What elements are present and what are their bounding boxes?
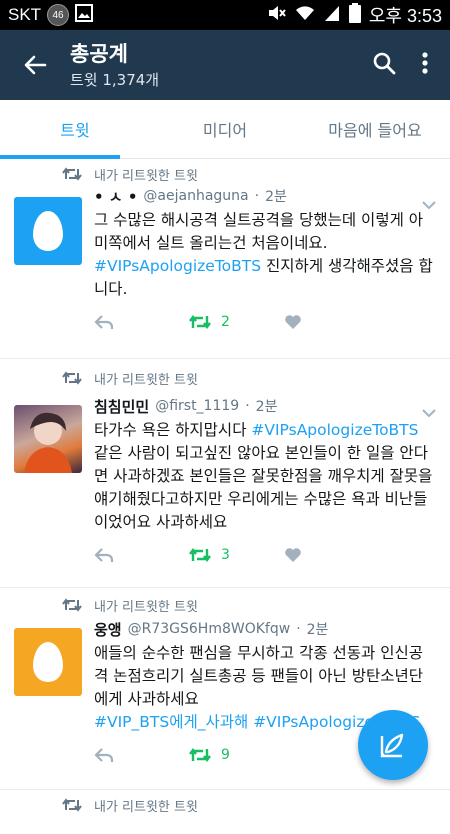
tweet-actions: 2 [94,301,434,343]
tweet-time: 2분 [265,189,287,205]
tweet-count: 트윗 1,374개 [70,70,160,89]
reply-button[interactable] [94,747,189,763]
tweet-text-body: 애들의 순수한 팬심을 무시하고 각종 선동과 인신공격 논점흐리기 실트총공 … [94,644,424,708]
chevron-down-icon [422,409,436,418]
compose-quill-icon [380,733,404,758]
author-handle[interactable]: @first_1119 [155,398,239,414]
network-badge: 46 [47,4,70,26]
separator: · [296,621,301,637]
mute-icon [267,4,287,27]
separator: · [245,398,250,414]
battery-icon [348,2,361,28]
search-icon [373,52,396,75]
retweet-icon [62,371,82,385]
profile-tabs: 트윗 미디어 마음에 들어요 [0,100,450,159]
retweeted-label: 내가 리트윗한 트윗 [94,599,198,615]
retweet-count: 9 [221,747,230,763]
clock-time: 오후 3:53 [368,6,442,26]
retweet-icon [62,598,82,612]
author-name[interactable]: 침침민민 [94,396,149,417]
profile-photo [24,412,72,473]
status-bar: SKT 46 오후 3:53 [0,0,450,30]
wifi-icon [295,4,315,27]
tweet-time: 2분 [255,399,278,415]
tweet-item[interactable]: 내가 리트윗한 트윗 [0,794,450,834]
retweet-icon [189,315,211,329]
reply-icon [94,748,114,762]
tab-likes[interactable]: 마음에 들어요 [300,100,450,158]
back-button[interactable] [0,53,70,77]
overflow-menu-button[interactable] [422,52,428,78]
like-button[interactable] [284,314,379,330]
heart-icon [285,315,301,329]
retweeted-label: 내가 리트윗한 트윗 [94,799,198,815]
retweet-button[interactable]: 2 [189,314,284,330]
signal-icon [323,4,341,27]
avatar[interactable] [14,197,82,265]
search-button[interactable] [372,51,396,79]
default-egg-avatar-icon [33,211,63,251]
tweet-time: 2분 [306,622,329,638]
reply-icon [94,548,114,562]
separator: · [254,188,260,204]
retweet-icon [62,167,82,181]
tweet-text: 그 수많은 해시공격 실트공격을 당했는데 이렇게 아미쪽에서 실트 올리는건 … [94,209,434,301]
author-handle[interactable]: @R73GS6Hm8WOKfqw [128,621,291,637]
image-notification-icon [75,3,94,27]
chevron-down-icon [422,201,436,210]
tweet-text: 타가수 욕은 하지맙시다 #VIPsApologizeToBTS 같은 사람이 … [94,419,434,534]
retweet-button[interactable]: 3 [189,547,284,563]
retweeted-indicator: 내가 리트윗한 트윗 [0,163,450,185]
tweet-menu-button[interactable] [422,195,436,214]
tweet-text-tail: 같은 사람이 되고싶진 않아요 본인들이 한 일을 안다면 사과하겠죠 본인들은… [94,444,433,531]
compose-tweet-button[interactable] [358,710,428,780]
tweet-text-body: 그 수많은 해시공격 실트공격을 당했는데 이렇게 아미쪽에서 실트 올리는건 … [94,211,424,252]
hashtag-link[interactable]: #VIPsApologizeToBTS [94,257,261,275]
reply-button[interactable] [94,547,189,563]
tweet-actions: 3 [94,534,434,576]
tweet-item[interactable]: 내가 리트윗한 트윗 • ㅅ • @aejanhaguna · 2분 그 수많은… [0,163,450,359]
retweeted-label: 내가 리트윗한 트윗 [94,372,198,388]
retweet-button[interactable]: 9 [189,747,284,763]
like-button[interactable] [284,547,379,563]
avatar[interactable] [14,628,82,696]
heart-icon [285,548,301,562]
default-egg-avatar-icon [33,642,63,682]
hashtag-link[interactable]: #VIP_BTS에게_사과해 [94,713,248,731]
retweeted-indicator: 내가 리트윗한 트윗 [0,367,450,389]
retweet-icon [189,748,211,762]
tweet-text-head: 타가수 욕은 하지맙시다 [94,421,252,439]
tab-tweets[interactable]: 트윗 [0,100,150,158]
retweet-icon [189,548,211,562]
author-name[interactable]: • ㅅ • [94,186,137,207]
retweeted-indicator: 내가 리트윗한 트윗 [0,594,450,616]
author-name[interactable]: 웅앵 [94,619,122,640]
avatar[interactable] [14,405,82,473]
author-handle[interactable]: @aejanhaguna [143,188,248,204]
retweet-icon [62,798,82,812]
carrier-label: SKT [8,5,42,24]
retweeted-indicator: 내가 리트윗한 트윗 [0,794,450,816]
app-bar: 총공계 트윗 1,374개 [0,30,450,100]
profile-title: 총공계 [70,41,128,66]
arrow-left-icon [24,55,47,75]
retweeted-label: 내가 리트윗한 트윗 [94,168,198,184]
reply-icon [94,315,114,329]
more-vertical-icon [422,52,428,74]
tweet-item[interactable]: 내가 리트윗한 트윗 침침민민 @first_1119 · 2분 타가수 욕은 … [0,367,450,588]
active-tab-indicator [0,155,120,159]
tweet-menu-button[interactable] [422,403,436,422]
reply-button[interactable] [94,314,189,330]
tab-media[interactable]: 미디어 [150,100,300,158]
retweet-count: 3 [221,547,230,563]
hashtag-link[interactable]: #VIPsApologizeToBTS [251,421,418,439]
retweet-count: 2 [221,314,230,330]
